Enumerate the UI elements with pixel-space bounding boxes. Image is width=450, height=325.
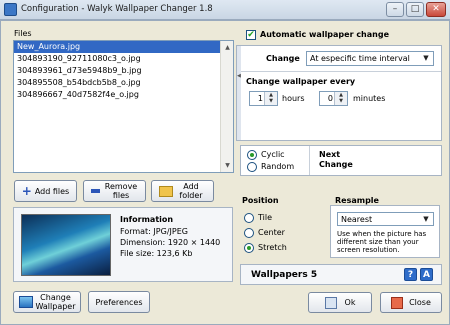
chevron-down-icon: ▼	[423, 215, 429, 223]
automatic-change-checkbox[interactable]: ✔	[246, 30, 256, 40]
collapse-strip[interactable]: ◀	[237, 46, 241, 140]
ok-button[interactable]: Ok	[308, 292, 372, 313]
wallpaper-icon	[18, 296, 33, 308]
cyclic-radio[interactable]	[247, 150, 257, 160]
hours-value: 1	[257, 94, 263, 103]
window-title: Configuration - Walyk Wallpaper Changer …	[21, 4, 213, 14]
preferences-button[interactable]: Preferences	[88, 291, 150, 313]
stretch-label: Stretch	[258, 243, 287, 252]
dimension-text: Dimension: 1920 × 1440	[120, 238, 221, 247]
minutes-value: 0	[327, 94, 333, 103]
change-mode-select[interactable]: At especific time interval ▼	[306, 51, 434, 66]
wallpaper-preview-image	[21, 214, 111, 276]
close-button[interactable]: Close	[380, 292, 442, 313]
resample-hint: Use when the picture has different size …	[337, 230, 427, 254]
remove-files-label: Remove files	[104, 182, 138, 200]
next-change-button[interactable]: Next Change	[319, 150, 359, 170]
close-window-button[interactable]: ✕	[426, 2, 446, 17]
hours-stepper[interactable]: 1 ▲ ▼	[249, 91, 278, 106]
files-list[interactable]: New_Aurora.jpg 304893190_92711080c3_o.jpg…	[13, 40, 234, 173]
add-folder-label: Add folder	[179, 182, 203, 200]
random-radio[interactable]	[247, 162, 257, 172]
add-files-button[interactable]: + Add files	[14, 180, 77, 202]
add-folder-button[interactable]: Add folder	[151, 180, 214, 202]
automatic-change-label: Automatic wallpaper change	[260, 30, 389, 39]
chevron-down-icon: ▼	[423, 54, 429, 62]
scroll-up-icon[interactable]: ▲	[222, 42, 233, 53]
information-heading: Information	[120, 215, 174, 224]
minimize-button[interactable]: –	[386, 2, 404, 17]
ok-icon	[324, 296, 337, 309]
cyclic-label: Cyclic	[261, 150, 285, 159]
format-text: Format: JPG/JPEG	[120, 227, 188, 236]
ok-label: Ok	[344, 298, 356, 307]
folder-icon	[159, 185, 173, 197]
stepper-arrows-icon[interactable]: ▲ ▼	[334, 92, 347, 105]
collapse-icon[interactable]: ◀	[237, 73, 241, 79]
stretch-radio[interactable]	[244, 243, 254, 253]
divider	[241, 71, 441, 72]
remove-files-button[interactable]: Remove files	[83, 180, 146, 202]
tile-label: Tile	[258, 213, 273, 222]
resample-value: Nearest	[341, 215, 373, 224]
minus-icon	[91, 189, 100, 193]
hours-label: hours	[282, 94, 305, 103]
close-label: Close	[409, 298, 431, 307]
divider	[309, 146, 310, 175]
center-label: Center	[258, 228, 285, 237]
change-label: Change	[266, 54, 300, 63]
center-radio[interactable]	[244, 228, 254, 238]
file-list-item[interactable]: 304895508_b54bdcb5b8_o.jpg	[14, 77, 220, 89]
change-wallpaper-button[interactable]: Change Wallpaper	[13, 291, 81, 313]
order-panel: Cyclic Random Next Change	[240, 145, 442, 176]
app-icon	[4, 3, 17, 16]
resample-select[interactable]: Nearest ▼	[337, 212, 434, 226]
about-icon[interactable]: A	[420, 268, 433, 281]
help-icon[interactable]: ?	[404, 268, 417, 281]
information-panel: Information Format: JPG/JPEG Dimension: …	[13, 207, 233, 282]
exit-icon	[391, 296, 404, 309]
change-mode-value: At especific time interval	[310, 54, 410, 63]
add-files-label: Add files	[34, 186, 70, 196]
plus-icon: +	[21, 183, 32, 198]
change-every-label: Change wallpaper every	[246, 77, 356, 86]
position-heading: Position	[242, 196, 279, 205]
file-list-item[interactable]: New_Aurora.jpg	[14, 41, 220, 53]
file-list-item[interactable]: 304896667_40d7582f4e_o.jpg	[14, 89, 220, 101]
resample-heading: Resample	[335, 196, 379, 205]
change-wallpaper-label: Change Wallpaper	[35, 293, 76, 311]
wallpapers-bar: Wallpapers 5 ? A	[240, 264, 442, 285]
title-bar[interactable]: Configuration - Walyk Wallpaper Changer …	[0, 0, 450, 20]
files-scrollbar[interactable]: ▲ ▼	[220, 41, 233, 172]
minutes-label: minutes	[353, 94, 386, 103]
wallpapers-count: Wallpapers 5	[251, 270, 318, 280]
stepper-arrows-icon[interactable]: ▲ ▼	[264, 92, 277, 105]
file-list-item[interactable]: 304893190_92711080c3_o.jpg	[14, 53, 220, 65]
preferences-label: Preferences	[95, 297, 143, 307]
file-size-text: File size: 123,6 Kb	[120, 249, 193, 258]
tile-radio[interactable]	[244, 213, 254, 223]
minutes-stepper[interactable]: 0 ▲ ▼	[319, 91, 348, 106]
maximize-button[interactable]: □	[406, 2, 424, 17]
random-label: Random	[261, 162, 295, 171]
resample-panel: Nearest ▼ Use when the picture has diffe…	[330, 205, 440, 258]
change-panel: ◀ Change At especific time interval ▼ Ch…	[236, 45, 442, 141]
file-list-item[interactable]: 304893961_d73e5948b9_b.jpg	[14, 65, 220, 77]
scroll-down-icon[interactable]: ▼	[222, 160, 233, 171]
